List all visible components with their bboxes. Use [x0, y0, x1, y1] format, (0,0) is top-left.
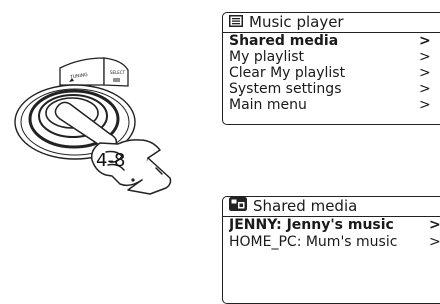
shared-media-screen: Shared media JENNY: Jenny's music > HOME…	[222, 196, 440, 304]
menu-item-home-pc-music[interactable]: HOME_PC: Mum's music >	[229, 234, 440, 251]
menu-list: Shared media > My playlist > Clear My pl…	[223, 33, 440, 113]
menu-item-shared-media[interactable]: Shared media >	[229, 33, 440, 49]
chevron-right-icon: >	[419, 65, 431, 81]
menu-item-label: HOME_PC: Mum's music	[229, 234, 398, 250]
menu-item-my-playlist[interactable]: My playlist >	[229, 49, 440, 65]
select-button-label: SELECT	[110, 70, 126, 75]
menu-item-label: My playlist	[229, 49, 305, 65]
menu-item-label: System settings	[229, 81, 342, 97]
menu-item-label: JENNY: Jenny's music	[229, 217, 394, 233]
chevron-right-icon: >	[429, 234, 440, 250]
menu-list: JENNY: Jenny's music > HOME_PC: Mum's mu…	[223, 217, 440, 251]
chevron-right-icon: >	[429, 217, 440, 233]
screen-title-bar: Music player	[223, 13, 440, 33]
menu-item-clear-my-playlist[interactable]: Clear My playlist >	[229, 65, 440, 81]
music-player-list-icon	[229, 13, 243, 32]
menu-item-main-menu[interactable]: Main menu >	[229, 97, 440, 113]
menu-item-jenny-music[interactable]: JENNY: Jenny's music >	[229, 217, 440, 234]
screen-title: Music player	[249, 13, 344, 31]
menu-item-label: Main menu	[229, 97, 307, 113]
shared-media-icon	[229, 197, 247, 216]
screen-title: Shared media	[253, 197, 358, 215]
screen-title-bar: Shared media	[223, 197, 440, 217]
chevron-right-icon: >	[419, 81, 431, 97]
chevron-right-icon: >	[419, 97, 431, 113]
chevron-right-icon: >	[419, 49, 431, 65]
step-callout: 4-8	[96, 150, 125, 171]
menu-item-label: Clear My playlist	[229, 65, 346, 81]
knob-press-illustration: TUNING SELECT 4-8	[14, 57, 172, 195]
music-player-screen: Music player Shared media > My playlist …	[222, 12, 440, 125]
menu-item-label: Shared media	[229, 33, 339, 49]
menu-item-system-settings[interactable]: System settings >	[229, 81, 440, 97]
chevron-right-icon: >	[419, 33, 431, 49]
